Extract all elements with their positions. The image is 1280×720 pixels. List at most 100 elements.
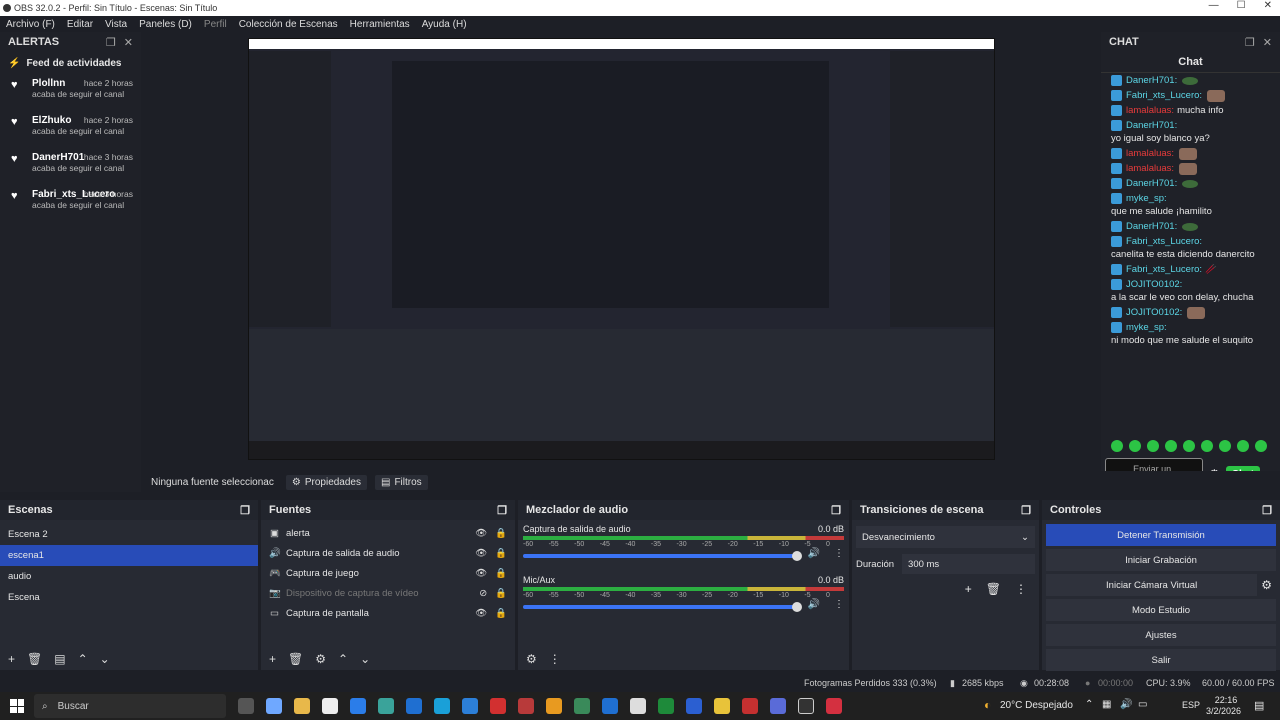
pdf-icon[interactable] (490, 698, 506, 714)
source-item[interactable]: ▭ Captura de pantalla 👁 🔒 (261, 603, 515, 623)
more-icon[interactable]: ⋮ (549, 652, 561, 666)
app-icon[interactable] (518, 698, 534, 714)
menu-herramientas[interactable]: Herramientas (350, 19, 410, 30)
edge-icon[interactable] (434, 698, 450, 714)
emote-icon[interactable] (1201, 440, 1213, 452)
lock-icon[interactable]: 🔒 (495, 528, 507, 539)
maximize-icon[interactable]: ☐ (1237, 0, 1246, 11)
float-icon[interactable]: ❐ (240, 504, 250, 517)
emote-icon[interactable] (1147, 440, 1159, 452)
trash-icon[interactable]: 🗑 (986, 582, 1001, 596)
task-view-icon[interactable] (238, 698, 254, 714)
minimize-icon[interactable]: — (1209, 0, 1219, 11)
notification-icon[interactable]: ▤ (1254, 699, 1264, 712)
more-icon[interactable]: ⋮ (834, 599, 844, 610)
menu-ayuda[interactable]: Ayuda (H) (422, 19, 467, 30)
menu-editar[interactable]: Editar (67, 19, 93, 30)
gear-icon[interactable]: ⚙ (315, 652, 326, 666)
emote-icon[interactable] (1129, 440, 1141, 452)
app-icon[interactable] (462, 698, 478, 714)
zoom-icon[interactable] (350, 698, 366, 714)
app-icon[interactable] (574, 698, 590, 714)
lock-icon[interactable]: 🔒 (495, 548, 507, 559)
properties-button[interactable]: ⚙ Propiedades (285, 474, 367, 490)
chat-username[interactable]: Fabri_xts_Lucero: (1126, 235, 1202, 248)
volume-slider[interactable] (523, 602, 802, 612)
start-recording-button[interactable]: Iniciar Grabación (1046, 549, 1276, 571)
eye-icon[interactable]: 👁 (475, 528, 487, 539)
emote-icon[interactable] (1183, 440, 1195, 452)
chevron-up-icon[interactable]: ⌃ (1085, 699, 1093, 710)
battery-icon[interactable]: ▭ (1138, 699, 1147, 710)
vlc-icon[interactable] (546, 698, 562, 714)
trash-icon[interactable]: 🗑 (288, 652, 303, 666)
exit-button[interactable]: Salir (1046, 649, 1276, 671)
source-item-disabled[interactable]: 📷 Dispositivo de captura de vídeo ⊘ 🔒 (261, 583, 515, 603)
close-icon[interactable]: ✕ (1263, 36, 1272, 49)
menu-archivo[interactable]: Archivo (F) (6, 19, 55, 30)
start-virtual-camera-button[interactable]: Iniciar Cámara Virtual (1046, 574, 1258, 596)
float-icon[interactable]: ❐ (497, 504, 507, 517)
float-icon[interactable]: ❐ (1021, 504, 1031, 517)
float-icon[interactable]: ❐ (1245, 36, 1255, 49)
source-item[interactable]: 🎮 Captura de juego 👁 🔒 (261, 563, 515, 583)
chat-username[interactable]: lamalaluas: (1126, 104, 1174, 117)
mail-icon[interactable] (406, 698, 422, 714)
speaker-icon[interactable]: 🔊 (808, 599, 820, 610)
eye-hidden-icon[interactable]: ⊘ (479, 588, 487, 599)
trash-icon[interactable]: 🗑 (27, 652, 42, 666)
menu-coleccion[interactable]: Colección de Escenas (239, 19, 338, 30)
add-icon[interactable]: + (8, 652, 15, 666)
app-icon[interactable] (742, 698, 758, 714)
chat-username[interactable]: DanerH701: (1126, 220, 1177, 233)
word-icon[interactable] (686, 698, 702, 714)
float-icon[interactable]: ❐ (106, 36, 116, 49)
emote-icon[interactable] (1165, 440, 1177, 452)
chat-username[interactable]: myke_sp: (1126, 192, 1167, 205)
studio-mode-button[interactable]: Modo Estudio (1046, 599, 1276, 621)
add-icon[interactable]: + (269, 652, 276, 666)
file-explorer-icon[interactable] (294, 698, 310, 714)
dropbox-icon[interactable] (630, 698, 646, 714)
copilot-icon[interactable] (266, 698, 282, 714)
close-icon[interactable]: ✕ (1264, 0, 1272, 11)
down-arrow-icon[interactable]: ⌄ (100, 652, 110, 666)
emote-icon[interactable] (1111, 440, 1123, 452)
eye-icon[interactable]: 👁 (475, 568, 487, 579)
app-icon[interactable] (770, 698, 786, 714)
chat-username[interactable]: myke_sp: (1126, 321, 1167, 334)
chat-username[interactable]: DanerH701: (1126, 74, 1177, 87)
lock-icon[interactable]: 🔒 (495, 608, 507, 619)
chat-username[interactable]: DanerH701: (1126, 177, 1177, 190)
gear-icon[interactable]: ⚙ (1261, 578, 1272, 592)
speaker-icon[interactable]: 🔊 (808, 548, 820, 559)
emote-icon[interactable] (1219, 440, 1231, 452)
menu-perfil[interactable]: Perfil (204, 19, 227, 30)
volume-icon[interactable]: 🔊 (1120, 699, 1132, 710)
scene-item[interactable]: audio (0, 566, 258, 587)
chat-username[interactable]: DanerH701: (1126, 119, 1177, 132)
volume-slider[interactable] (523, 551, 802, 561)
lock-icon[interactable]: 🔒 (495, 588, 507, 599)
close-icon[interactable]: ✕ (124, 36, 133, 49)
float-icon[interactable]: ❐ (831, 504, 841, 517)
chat-username[interactable]: Fabri_xts_Lucero: (1126, 89, 1202, 102)
chat-username[interactable]: lamalaluas: (1126, 147, 1174, 160)
menu-vista[interactable]: Vista (105, 19, 127, 30)
more-icon[interactable]: ⋮ (834, 548, 844, 559)
app-icon[interactable] (378, 698, 394, 714)
up-arrow-icon[interactable]: ⌃ (78, 652, 88, 666)
emote-icon[interactable] (1255, 440, 1267, 452)
scene-item-selected[interactable]: escena1 (0, 545, 258, 566)
taskbar-search[interactable]: ⌕ Buscar (34, 694, 226, 718)
transition-select[interactable]: Desvanecimiento ⌄ (856, 526, 1035, 548)
more-icon[interactable]: ⋮ (1015, 582, 1027, 596)
lock-icon[interactable]: 🔒 (495, 568, 507, 579)
settings-button[interactable]: Ajustes (1046, 624, 1276, 646)
stream-preview[interactable] (248, 38, 995, 460)
outlook-icon[interactable] (602, 698, 618, 714)
filter-icon[interactable]: ▤ (54, 652, 65, 666)
language[interactable]: ESP (1182, 700, 1200, 710)
windows-start-icon[interactable] (10, 699, 24, 713)
eye-icon[interactable]: 👁 (475, 548, 487, 559)
